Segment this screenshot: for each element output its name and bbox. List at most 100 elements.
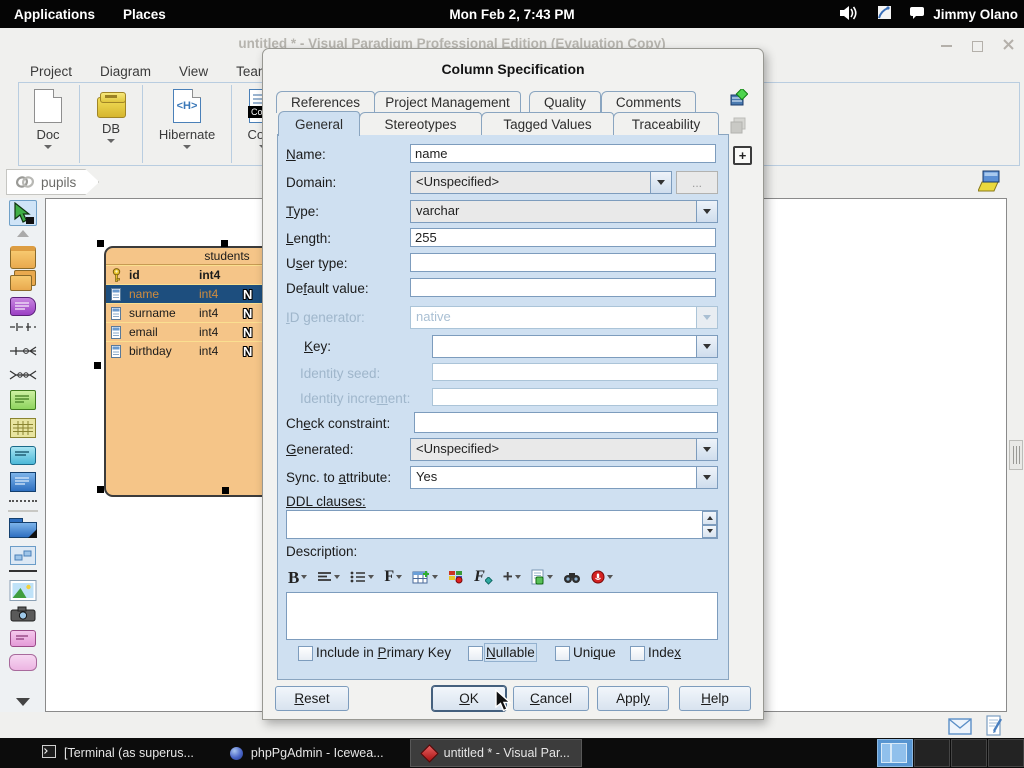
chevron-down-icon[interactable] [696,201,717,222]
domain-browse-button[interactable]: ... [676,171,718,194]
line-tool[interactable] [9,570,37,572]
menu-view[interactable]: View [165,64,222,79]
close-button[interactable] [1003,37,1014,55]
workspace-1[interactable] [877,739,913,767]
breadcrumb-pupils[interactable]: pupils [6,169,99,195]
chevron-down-icon[interactable] [650,172,671,193]
grid-table-tool[interactable] [10,418,36,438]
palette-scroll-down-icon[interactable] [16,698,30,706]
index-label[interactable]: Index [648,645,681,660]
generated-select[interactable]: <Unspecified> [410,438,718,461]
selection-handle[interactable] [221,240,228,247]
view-tool[interactable] [10,297,36,316]
index-checkbox[interactable] [630,646,645,661]
description-textarea[interactable] [286,592,718,640]
dotted-line-tool[interactable] [9,500,37,502]
workspace-2[interactable] [914,739,950,767]
richtext-align-button[interactable] [317,571,340,583]
clock[interactable]: Mon Feb 2, 7:43 PM [449,7,574,22]
unique-checkbox[interactable] [555,646,570,661]
note-tool[interactable] [10,472,36,492]
user-type-input[interactable] [410,253,716,272]
doc-button[interactable]: Doc [19,83,77,165]
richtext-format-button[interactable]: F [474,569,493,585]
tab-references[interactable]: References [276,91,375,113]
panel-grip[interactable] [1009,440,1023,470]
pointer-tool[interactable] [9,200,37,226]
chevron-down-icon[interactable] [696,467,717,488]
stored-procedure-tool[interactable] [10,390,36,410]
package-tool[interactable] [9,518,37,538]
add-column-button[interactable]: + [733,146,752,165]
richtext-insert-button[interactable]: + [503,569,521,585]
spinner-up-icon[interactable] [702,511,717,525]
selection-handle[interactable] [94,362,101,369]
tab-stereotypes[interactable]: Stereotypes [359,112,482,135]
richtext-bold-button[interactable]: B [288,569,307,586]
selection-handle[interactable] [97,240,104,247]
richtext-font-button[interactable]: F [384,569,402,585]
selection-handle[interactable] [97,486,104,493]
nullable-checkbox[interactable] [468,646,483,661]
places-menu[interactable]: Places [109,7,180,22]
spinner-down-icon[interactable] [702,525,717,539]
tablet-pen-icon[interactable] [875,5,893,24]
include-in-primary-key-checkbox[interactable] [298,646,313,661]
user-menu[interactable]: Jimmy Olano [933,7,1018,22]
reset-button[interactable]: Reset [275,686,349,711]
sync-to-attribute-select[interactable]: Yes [410,466,718,489]
one-to-one-relationship-tool[interactable] [9,322,37,332]
multiple-entities-tool[interactable] [10,270,36,290]
richtext-record-button[interactable] [591,570,613,584]
taskbar-visual-paradigm[interactable]: untitled * - Visual Par... [410,739,582,767]
selection-handle[interactable] [222,487,229,494]
check-constraint-input[interactable] [414,412,718,433]
model-transitor-icon[interactable] [730,89,748,112]
include-in-primary-key-label[interactable]: Include in Primary Key [316,645,451,660]
palette-scroll-up-icon[interactable] [17,230,29,237]
workspace-3[interactable] [951,739,987,767]
image-tool[interactable] [9,580,36,601]
ddl-spinner[interactable] [702,511,717,538]
workspace-4[interactable] [988,739,1024,767]
key-select[interactable] [432,335,718,358]
name-input[interactable] [410,144,716,163]
richtext-color-button[interactable] [448,570,464,584]
default-value-input[interactable] [410,278,716,297]
unique-label[interactable]: Unique [573,645,616,660]
callout-tool[interactable] [10,446,36,465]
volume-icon[interactable] [839,5,859,24]
db-button[interactable]: DB [82,83,140,165]
chevron-down-icon[interactable] [696,439,717,460]
subdiagram-tool[interactable] [10,546,36,565]
domain-select[interactable]: <Unspecified> [410,171,672,194]
cancel-button[interactable]: Cancel [513,686,589,711]
help-button[interactable]: Help [679,686,751,711]
comment-callout-tool[interactable] [10,630,36,647]
chevron-down-icon[interactable] [696,336,717,357]
tab-traceability[interactable]: Traceability [613,112,719,135]
chat-status-icon[interactable] [909,6,925,23]
length-input[interactable] [410,228,716,247]
richtext-template-button[interactable] [531,569,553,585]
diagram-overview-icon[interactable] [978,170,1002,197]
nullable-label[interactable]: Nullable [486,645,535,660]
menu-diagram[interactable]: Diagram [86,64,165,79]
message-pane-icon[interactable] [948,718,972,740]
camera-tool[interactable] [10,606,36,622]
workspace-switcher[interactable] [876,739,1024,767]
menu-project[interactable]: Project [16,64,86,79]
one-to-many-relationship-tool[interactable] [9,346,37,356]
tab-tagged-values[interactable]: Tagged Values [481,112,614,135]
tab-general[interactable]: General [278,111,360,136]
richtext-table-button[interactable] [412,570,438,584]
hibernate-button[interactable]: <H> Hibernate [145,83,229,165]
many-to-many-relationship-tool[interactable] [9,370,37,380]
tab-project-management[interactable]: Project Management [374,91,521,113]
type-select[interactable]: varchar [410,200,718,223]
applications-menu[interactable]: Applications [0,7,109,22]
tab-comments[interactable]: Comments [601,91,696,113]
maximize-button[interactable] [972,41,983,52]
taskbar-phppgadmin[interactable]: phpPgAdmin - Icewea... [220,739,394,767]
rounded-rectangle-tool[interactable] [9,654,37,671]
